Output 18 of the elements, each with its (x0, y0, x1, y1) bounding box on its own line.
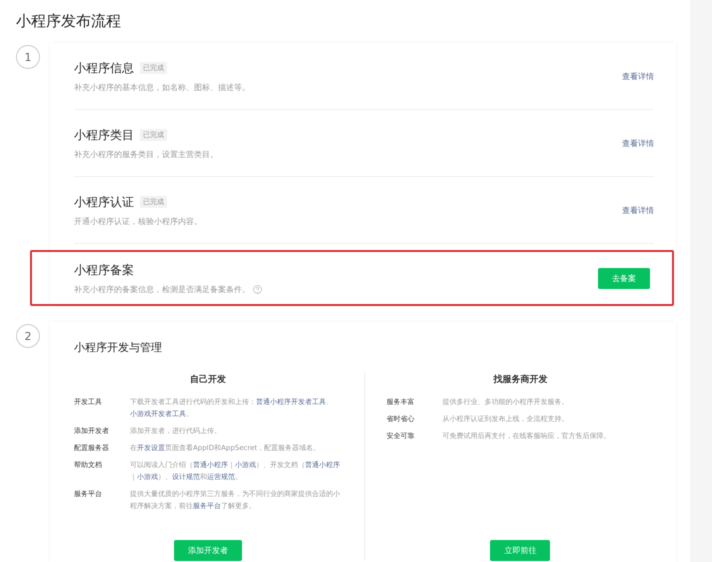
task-description: 开通小程序认证，核验小程序内容。 (74, 216, 202, 226)
step-number: 2 (16, 324, 40, 348)
help-icon[interactable] (253, 284, 262, 294)
page-title: 小程序发布流程 (16, 12, 122, 31)
task-description: 补充小程序的基本信息，如名称、图标、描述等。 (74, 82, 250, 92)
task-title: 小程序认证 (74, 194, 134, 210)
section-title: 小程序开发与管理 (74, 340, 163, 355)
task-description: 补充小程序的备案信息，检测是否满足备案条件。 (74, 284, 250, 294)
column-heading: 自己开发 (190, 374, 226, 386)
task-title: 小程序类目 (74, 126, 134, 144)
step-number: 1 (16, 45, 40, 69)
details-link[interactable]: 查看详情 (622, 204, 654, 216)
task-description: 补充小程序的服务类目，设置主营类目。 (74, 148, 218, 160)
task-title: 小程序信息 (74, 60, 134, 76)
details-link[interactable]: 查看详情 (622, 138, 654, 148)
task-title: 小程序备案 (74, 262, 134, 278)
details-link[interactable]: 查看详情 (622, 70, 654, 82)
column-heading: 找服务商开发 (493, 373, 548, 386)
